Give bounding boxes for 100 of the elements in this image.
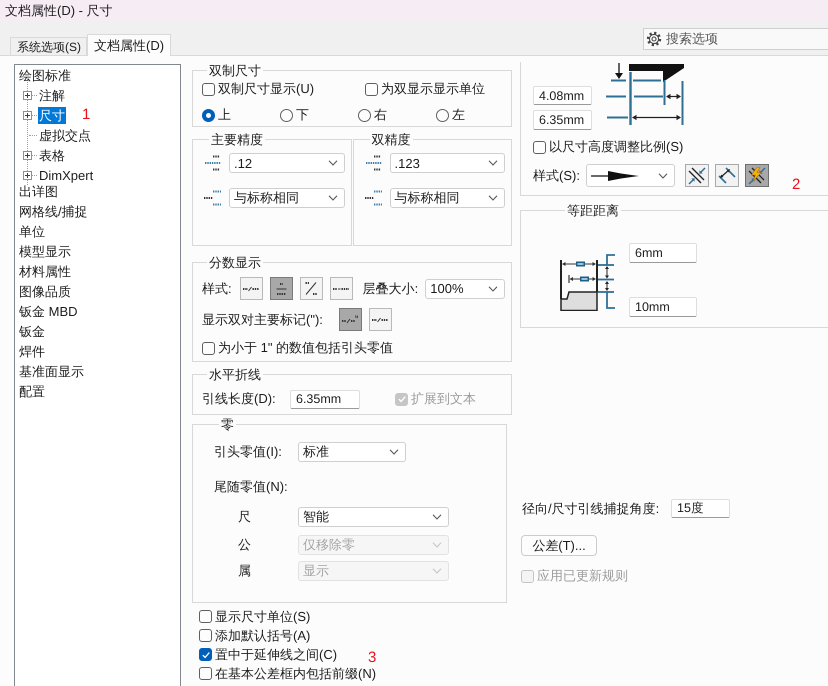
fraction-style-button[interactable] xyxy=(300,277,323,300)
precision-icon xyxy=(204,154,222,172)
chevron-down-icon xyxy=(328,195,338,201)
group-title: 主要精度 xyxy=(210,132,264,147)
radio-label: 右 xyxy=(374,106,387,124)
field-label: 显示双对主要标记("): xyxy=(202,310,323,328)
checkbox[interactable] xyxy=(199,629,212,642)
plus-box-icon[interactable] xyxy=(23,110,32,120)
arrow-placement-button[interactable] xyxy=(684,164,709,187)
input-field[interactable]: 6.35mm xyxy=(290,390,360,408)
chevron-down-icon xyxy=(432,542,442,548)
checkbox-label: 显示尺寸单位(S) xyxy=(215,608,310,626)
tree-item[interactable]: 焊件 xyxy=(18,342,46,360)
tree-item[interactable]: 配置 xyxy=(18,382,46,400)
radio-label: 左 xyxy=(452,106,465,124)
tree-item[interactable]: 模型显示 xyxy=(18,242,72,260)
input-field[interactable]: 15度 xyxy=(671,499,730,518)
lightning-arrows-icon xyxy=(748,166,766,184)
mark-style-button[interactable] xyxy=(368,308,392,331)
checkbox[interactable] xyxy=(202,342,215,354)
checkbox-label: 置中于延伸线之间(C) xyxy=(215,646,338,664)
radio-label: 下 xyxy=(296,106,309,124)
fraction-style-button[interactable] xyxy=(330,277,353,300)
radio-button[interactable] xyxy=(358,108,371,122)
checkmark-icon xyxy=(200,650,210,660)
tree-item[interactable]: 注解 xyxy=(38,86,66,104)
tree-item[interactable]: 尺寸 xyxy=(38,106,66,124)
chevron-down-icon xyxy=(488,195,498,201)
tree-item[interactable]: 单位 xyxy=(18,222,46,240)
tolerance-button[interactable]: 公差(T)... xyxy=(521,535,597,556)
arrows-inside-icon xyxy=(688,166,706,184)
tree-item[interactable]: 钣金 xyxy=(18,322,46,340)
checkbox-label: 应用已更新规则 xyxy=(537,567,628,585)
plus-box-icon[interactable] xyxy=(23,90,32,100)
input-field[interactable]: 6mm xyxy=(629,243,697,263)
arrow-placement-button[interactable] xyxy=(744,164,769,187)
radio-button[interactable] xyxy=(280,108,293,122)
dropdown[interactable] xyxy=(586,164,675,187)
checkbox[interactable] xyxy=(199,667,212,680)
annotation-number: 2 xyxy=(792,177,800,193)
radio-button[interactable] xyxy=(202,108,215,122)
checkbox[interactable] xyxy=(199,648,212,661)
offset-distance-drawing xyxy=(560,254,616,311)
dropdown[interactable]: 智能 xyxy=(298,507,449,527)
tree-item[interactable]: 虚拟交点 xyxy=(38,126,92,144)
dropdown[interactable]: 100% xyxy=(425,278,505,298)
dropdown[interactable]: .123 xyxy=(390,153,505,173)
checkbox[interactable] xyxy=(199,610,212,623)
checkbox[interactable] xyxy=(533,140,546,154)
field-label: 引线长度(D): xyxy=(202,390,277,408)
precision-icon xyxy=(364,154,382,172)
annotation-number: 1 xyxy=(82,107,90,123)
field-label: 样式(S): xyxy=(533,166,580,184)
field-label: 径向/尺寸引线捕捉角度: xyxy=(521,500,660,518)
radio-button[interactable] xyxy=(436,108,449,122)
tree-item[interactable]: 网格线/捕捉 xyxy=(18,202,89,220)
plus-box-icon[interactable] xyxy=(23,170,32,180)
tree-item[interactable]: DimXpert xyxy=(38,166,94,184)
tree-item[interactable]: 绘图标准 xyxy=(18,66,72,84)
input-field[interactable]: 4.08mm xyxy=(533,86,592,105)
checkbox[interactable] xyxy=(202,82,215,96)
dropdown[interactable]: 与标称相同 xyxy=(390,188,505,208)
field-label: 引头零值(I): xyxy=(214,443,283,461)
tree-item[interactable]: 材料属性 xyxy=(18,262,72,280)
tree-item[interactable]: 钣金 MBD xyxy=(18,302,78,320)
plus-box-icon[interactable] xyxy=(23,150,32,160)
chevron-down-icon xyxy=(488,286,498,292)
tolerance-precision-icon xyxy=(364,189,382,207)
dropdown[interactable]: 标准 xyxy=(298,442,406,462)
tree-item[interactable]: 出详图 xyxy=(18,182,59,200)
input-field[interactable]: 6.35mm xyxy=(533,110,592,130)
settings-icon xyxy=(646,31,662,47)
group-title: 分数显示 xyxy=(208,255,262,270)
mark-style-button[interactable] xyxy=(338,308,362,331)
annotation-number: 3 xyxy=(368,650,376,666)
tree-item[interactable]: 基准面显示 xyxy=(18,362,85,380)
inline-fraction-icon xyxy=(243,286,260,292)
fraction-style-button[interactable] xyxy=(240,277,263,300)
checkbox-label: 添加默认括号(A) xyxy=(215,626,310,644)
search-field[interactable]: 搜索选项 xyxy=(643,28,828,50)
checkbox[interactable] xyxy=(365,82,378,96)
group-title: 双精度 xyxy=(370,132,412,147)
dropdown[interactable]: 与标称相同 xyxy=(229,188,344,208)
group-title: 双制尺寸 xyxy=(208,63,262,78)
checkbox-label: 双制尺寸显示(U) xyxy=(218,80,314,98)
fraction-style-button[interactable] xyxy=(270,277,293,300)
checkbox-label: 扩展到文本 xyxy=(411,390,476,408)
tab[interactable]: 文档属性(D) xyxy=(87,34,172,56)
tree-item[interactable]: 图像品质 xyxy=(18,282,72,300)
tree-item[interactable]: 表格 xyxy=(38,146,66,164)
field-label: 属 xyxy=(238,562,252,580)
dropdown[interactable]: .12 xyxy=(229,153,344,173)
field-label: 公 xyxy=(238,536,252,554)
field-label: 样式: xyxy=(202,280,232,298)
input-field[interactable]: 10mm xyxy=(629,297,697,317)
tab[interactable]: 系统选项(S) xyxy=(10,37,87,55)
group-title: 等距距离 xyxy=(566,203,620,218)
arrows-outside-icon xyxy=(718,166,736,184)
arrow-placement-button[interactable] xyxy=(714,164,739,187)
checkbox-label: 为小于 1" 的数值包括引头零值 xyxy=(218,339,394,357)
